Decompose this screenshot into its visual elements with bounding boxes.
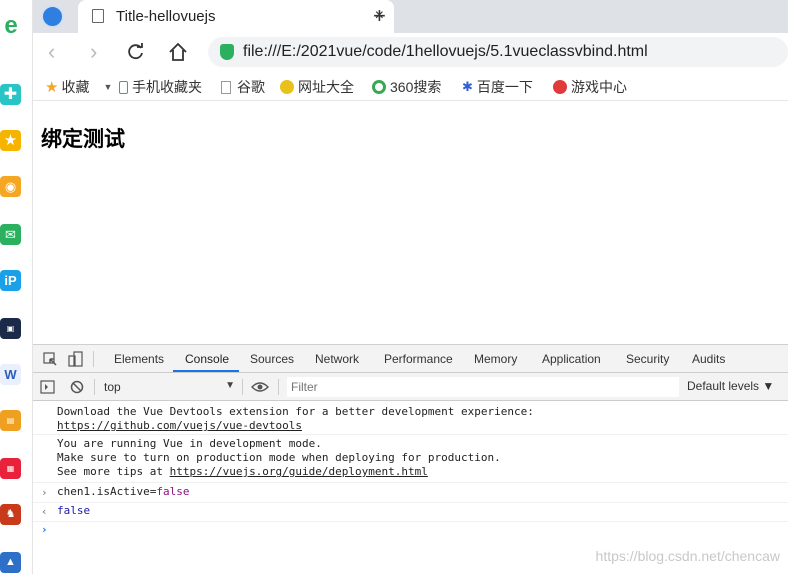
deployment-link[interactable]: https://vuejs.org/guide/deployment.html (170, 465, 428, 478)
page-icon (221, 80, 231, 94)
tab-elements[interactable]: Elements (114, 352, 164, 366)
inspect-element-icon[interactable] (43, 352, 57, 366)
console-text: Download the Vue Devtools extension for … (57, 405, 534, 418)
console-message: Download the Vue Devtools extension for … (33, 405, 788, 435)
page-heading: 绑定测试 (41, 127, 125, 151)
shop-app-icon[interactable]: ▦ (0, 458, 21, 479)
bookmark-favorites[interactable]: ★ 收藏 ▼ (45, 77, 112, 97)
chevron-down-icon[interactable]: ▼ (103, 82, 112, 92)
bookmark-label: 游戏中心 (571, 79, 627, 95)
bookmark-games[interactable]: 游戏中心 (553, 77, 627, 97)
browser-e-icon[interactable]: e (1, 14, 21, 38)
tab-network[interactable]: Network (315, 352, 359, 366)
mail-icon[interactable]: ✉ (0, 224, 21, 245)
forward-icon[interactable]: › (90, 39, 97, 65)
context-select[interactable]: top ▼ (99, 377, 237, 397)
toolbar-divider (278, 379, 279, 395)
address-url[interactable]: file:///E:/2021vue/code/1hellovuejs/5.1v… (243, 43, 648, 61)
game-app-2-icon[interactable]: ▲ (0, 552, 21, 573)
reload-icon[interactable] (127, 43, 145, 61)
bookmark-label: 手机收藏夹 (132, 79, 202, 95)
bookmark-label: 收藏 (61, 79, 90, 95)
device-toolbar-icon[interactable] (68, 351, 84, 367)
clear-console-icon[interactable] (70, 380, 84, 394)
console-output-value: false (57, 504, 91, 517)
tab-audits[interactable]: Audits (692, 352, 725, 366)
chevron-down-icon: ▼ (225, 380, 235, 391)
console-input-entry: chen1.isActive=false (33, 485, 788, 503)
toolbar-divider (93, 351, 94, 367)
context-value: top (104, 380, 121, 394)
tab-performance[interactable]: Performance (384, 352, 453, 366)
tab-sources[interactable]: Sources (250, 352, 294, 366)
search-360-icon (372, 80, 386, 94)
devtools-tabbar: Elements Console Sources Network Perform… (33, 345, 788, 373)
bookmark-label: 谷歌 (237, 79, 265, 95)
bookmarks-bar: ★ 收藏 ▼ 手机收藏夹 谷歌 网址大全 360搜索 ✱ 百度一下 游戏中心 (33, 71, 788, 101)
game-app-icon[interactable]: ♞ (0, 504, 21, 525)
console-filter-input[interactable] (287, 377, 679, 397)
browser-toolbar: ‹ › file:///E:/2021vue/code/1hellovuejs/… (33, 33, 788, 71)
page-viewport: 绑定测试 (33, 101, 788, 344)
console-output-entry: false (33, 504, 788, 522)
tab-console[interactable]: Console (185, 352, 229, 366)
baidu-paw-icon: ✱ (462, 79, 473, 94)
novel-app-icon[interactable]: ▤ (0, 410, 21, 431)
left-app-sidebar: e ✚ ★ ◉ ✉ iP ▣ W ▤ ▦ ♞ ▲ (0, 0, 33, 574)
address-bar[interactable]: file:///E:/2021vue/code/1hellovuejs/5.1v… (208, 37, 788, 67)
word-doc-icon[interactable]: W (0, 364, 21, 385)
console-filter-bar: top ▼ Default levels ▼ (33, 373, 788, 401)
new-tab-icon[interactable]: + (373, 3, 386, 29)
game-center-icon (553, 80, 567, 94)
watermark: https://blog.csdn.net/chencaw (595, 548, 780, 564)
phone-icon (119, 80, 128, 94)
console-text: You are running Vue in development mode. (57, 437, 322, 450)
bookmark-360[interactable]: 360搜索 (372, 77, 441, 97)
toolbar-divider (242, 379, 243, 395)
browser-logo-icon[interactable] (41, 5, 64, 28)
weibo-icon[interactable]: ◉ (0, 176, 21, 197)
bookmark-sites[interactable]: 网址大全 (280, 77, 354, 97)
sidebar-toggle-icon[interactable] (40, 380, 55, 394)
console-text: Make sure to turn on production mode whe… (57, 451, 501, 464)
bookmark-label: 360搜索 (390, 79, 442, 95)
star-icon: ★ (45, 79, 59, 96)
tab-title: Title-hellovuejs (116, 8, 216, 25)
tab-application[interactable]: Application (542, 352, 601, 366)
star-favorite-icon[interactable]: ★ (0, 130, 21, 151)
bookmark-label: 网址大全 (298, 79, 354, 95)
tab-bar: Title-hellovuejs × + (33, 0, 788, 33)
console-text: See more tips at (57, 465, 170, 478)
bookmark-baidu[interactable]: ✱ 百度一下 (462, 77, 533, 97)
security-shield-icon (220, 44, 234, 60)
ip-app-icon[interactable]: iP (0, 270, 21, 291)
devtools-panel: Elements Console Sources Network Perform… (33, 344, 788, 574)
news-app-icon[interactable]: ▣ (0, 318, 21, 339)
log-levels-select[interactable]: Default levels ▼ (687, 379, 774, 393)
tab-active[interactable]: Title-hellovuejs × (78, 0, 394, 33)
home-icon[interactable] (168, 42, 188, 62)
bookmark-google[interactable]: 谷歌 (221, 77, 265, 97)
site-nav-icon (280, 80, 294, 94)
console-message: You are running Vue in development mode.… (33, 437, 788, 483)
back-icon[interactable]: ‹ (48, 39, 55, 65)
eye-icon[interactable] (251, 381, 269, 393)
medical-cross-icon[interactable]: ✚ (0, 84, 21, 105)
console-input-expr: chen1.isActive= (57, 485, 157, 498)
console-input-false: false (156, 485, 190, 498)
bookmark-label: 百度一下 (476, 79, 533, 95)
page-icon (92, 9, 104, 23)
active-tab-indicator (173, 370, 239, 372)
toolbar-divider (94, 379, 95, 395)
prompt-chevron-icon: › (41, 523, 48, 536)
tab-security[interactable]: Security (626, 352, 669, 366)
console-prompt-input[interactable] (55, 521, 755, 539)
tab-memory[interactable]: Memory (474, 352, 517, 366)
devtools-link[interactable]: https://github.com/vuejs/vue-devtools (57, 419, 302, 432)
bookmark-mobile[interactable]: 手机收藏夹 (119, 77, 202, 97)
